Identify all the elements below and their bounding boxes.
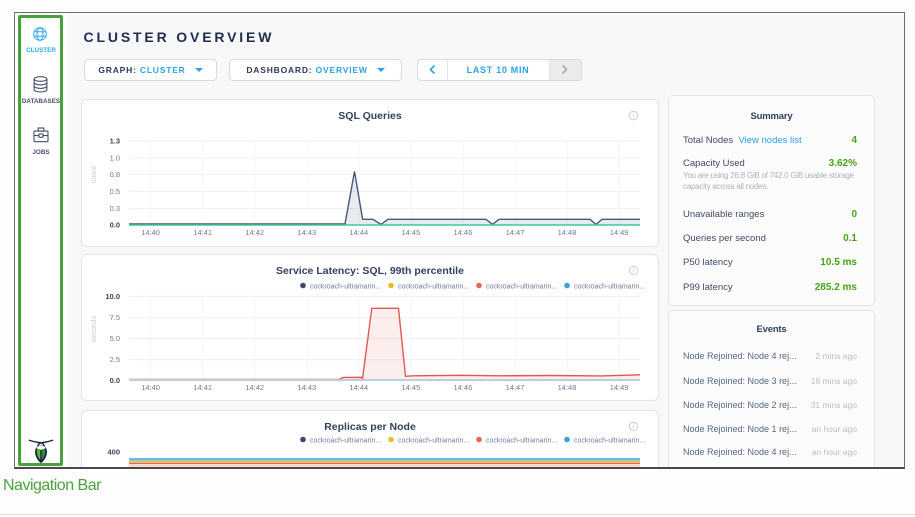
svg-text:cockroach-ultramarin...: cockroach-ultramarin... xyxy=(310,437,381,444)
svg-text:14:40: 14:40 xyxy=(141,228,160,237)
svg-text:14:44: 14:44 xyxy=(349,228,368,237)
svg-text:Replicas per Node: Replicas per Node xyxy=(324,421,416,433)
svg-text:0.0: 0.0 xyxy=(110,221,120,230)
svg-text:5.0: 5.0 xyxy=(110,334,120,343)
svg-text:14:43: 14:43 xyxy=(297,228,316,237)
svg-text:14:46: 14:46 xyxy=(454,228,473,237)
svg-text:7.5: 7.5 xyxy=(110,313,120,322)
svg-text:cockroach-ultramarin...: cockroach-ultramarin... xyxy=(310,284,381,291)
svg-text:14:45: 14:45 xyxy=(402,228,421,237)
svg-text:Service Latency: SQL, 99th per: Service Latency: SQL, 99th percentile xyxy=(276,265,464,277)
svg-text:14:41: 14:41 xyxy=(193,383,212,392)
svg-text:14:48: 14:48 xyxy=(558,383,577,392)
svg-text:14:42: 14:42 xyxy=(245,383,264,392)
svg-text:0.8: 0.8 xyxy=(110,170,120,179)
svg-text:14:43: 14:43 xyxy=(297,383,316,392)
svg-text:14:47: 14:47 xyxy=(506,228,525,237)
svg-text:14:47: 14:47 xyxy=(506,383,525,392)
svg-text:seconds: seconds xyxy=(91,315,98,342)
svg-text:count: count xyxy=(91,166,98,183)
svg-text:cockroach-ultramarin...: cockroach-ultramarin... xyxy=(574,437,645,444)
svg-text:1.3: 1.3 xyxy=(110,137,120,146)
svg-text:400: 400 xyxy=(107,447,120,456)
svg-text:10.0: 10.0 xyxy=(105,292,120,301)
svg-text:14:40: 14:40 xyxy=(141,383,160,392)
svg-text:14:46: 14:46 xyxy=(454,383,473,392)
svg-text:0.5: 0.5 xyxy=(110,187,120,196)
svg-text:14:49: 14:49 xyxy=(610,383,629,392)
svg-text:0.0: 0.0 xyxy=(110,376,120,385)
svg-text:2.5: 2.5 xyxy=(110,355,120,364)
svg-text:14:48: 14:48 xyxy=(558,228,577,237)
svg-text:SQL Queries: SQL Queries xyxy=(338,110,402,122)
svg-text:cockroach-ultramarin...: cockroach-ultramarin... xyxy=(574,284,645,291)
svg-text:cockroach-ultramarin...: cockroach-ultramarin... xyxy=(486,437,557,444)
svg-text:cockroach-ultramarin...: cockroach-ultramarin... xyxy=(398,437,469,444)
svg-text:14:42: 14:42 xyxy=(245,228,264,237)
svg-text:14:49: 14:49 xyxy=(610,228,629,237)
svg-text:14:44: 14:44 xyxy=(349,383,368,392)
svg-text:0.3: 0.3 xyxy=(110,204,120,213)
svg-text:cockroach-ultramarin...: cockroach-ultramarin... xyxy=(398,284,469,291)
svg-text:14:45: 14:45 xyxy=(402,383,421,392)
svg-text:cockroach-ultramarin...: cockroach-ultramarin... xyxy=(486,284,557,291)
svg-text:14:41: 14:41 xyxy=(193,228,212,237)
svg-text:1.0: 1.0 xyxy=(110,154,120,163)
